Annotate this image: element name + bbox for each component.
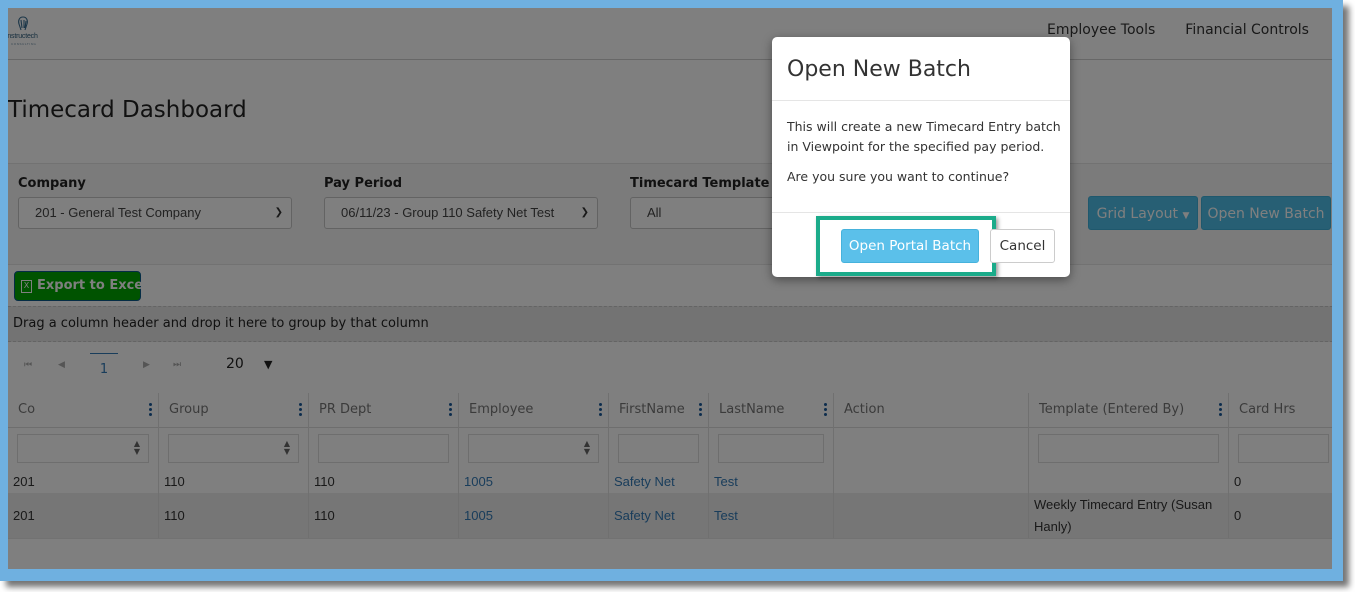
- modal-confirm-question: Are you sure you want to continue?: [787, 169, 1010, 184]
- modal-header: Open New Batch: [772, 37, 1070, 101]
- modal-body: This will create a new Timecard Entry ba…: [787, 117, 1062, 197]
- modal-title: Open New Batch: [787, 57, 971, 82]
- modal-message: This will create a new Timecard Entry ba…: [787, 119, 1061, 154]
- cancel-button[interactable]: Cancel: [990, 229, 1055, 263]
- screenshot-frame: instructech CONSULTING Employee Tools Fi…: [0, 0, 1343, 581]
- modal-backdrop[interactable]: [8, 8, 1332, 569]
- open-portal-batch-button[interactable]: Open Portal Batch: [841, 229, 979, 263]
- open-new-batch-dialog: Open New Batch This will create a new Ti…: [772, 37, 1070, 277]
- modal-footer: Open Portal Batch Cancel: [772, 212, 1070, 278]
- app-window: instructech CONSULTING Employee Tools Fi…: [8, 8, 1332, 569]
